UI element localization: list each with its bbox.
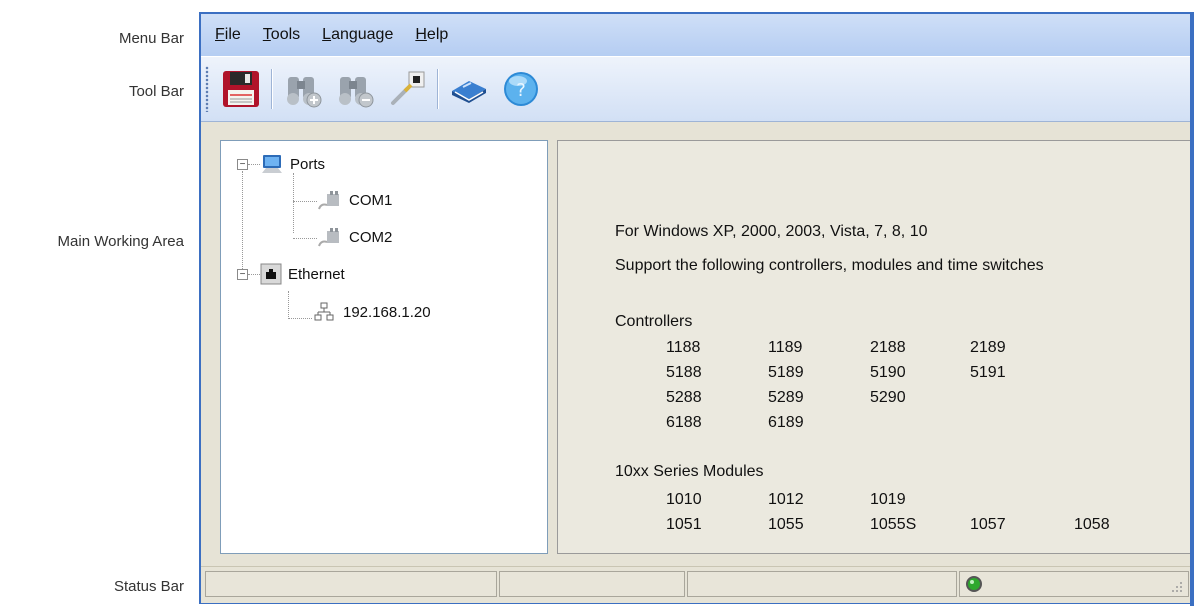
window-border: [1190, 14, 1194, 606]
help-icon: ?: [504, 72, 538, 106]
tree-label: 192.168.1.20: [343, 303, 431, 321]
toolbar-separator: [271, 69, 273, 109]
menu-file[interactable]: File: [215, 26, 241, 44]
book-icon: [452, 81, 486, 103]
binoculars-add-icon: [287, 77, 322, 108]
computer-icon: [262, 155, 282, 173]
status-field: [499, 571, 685, 597]
model-number: 1055S: [870, 516, 917, 533]
application-window: File Tools Language Help ? − Ports COM1 …: [199, 12, 1194, 606]
model-number: 6188: [666, 414, 702, 431]
model-number: 2188: [870, 339, 906, 356]
ethernet-port-icon: [260, 263, 282, 285]
tree-node-ethernet[interactable]: − Ethernet: [237, 263, 345, 285]
manual-button[interactable]: [447, 67, 491, 111]
model-number: 5190: [870, 364, 906, 381]
model-number: 5191: [970, 364, 1006, 381]
menu-tools[interactable]: Tools: [263, 26, 300, 44]
menu-bar-annotation: Menu Bar: [118, 30, 184, 47]
info-panel: For Windows XP, 2000, 2003, Vista, 7, 8,…: [557, 140, 1194, 554]
connection-status-icon: [966, 576, 982, 592]
status-field: [687, 571, 957, 597]
save-icon: [223, 71, 259, 107]
connect-button[interactable]: [385, 67, 429, 111]
main-working-area-annotation: Main Working Area: [57, 233, 184, 250]
menu-help[interactable]: Help: [415, 26, 448, 44]
model-number: 1057: [970, 516, 1006, 533]
model-number: 1010: [666, 491, 702, 508]
status-field: [205, 571, 497, 597]
connect-plug-icon: [391, 71, 425, 105]
network-icon: [314, 302, 334, 321]
save-button[interactable]: [219, 67, 263, 111]
model-number: 1188: [666, 339, 701, 356]
model-number: 1019: [870, 491, 906, 508]
toolbar-grip[interactable]: [205, 66, 209, 112]
collapse-icon[interactable]: −: [237, 158, 248, 170]
model-number: 2189: [970, 339, 1006, 356]
tree-label: COM1: [349, 191, 393, 209]
menu-bar: File Tools Language Help: [201, 14, 1194, 56]
model-number: 5188: [666, 364, 702, 381]
resize-grip-icon[interactable]: [1170, 580, 1184, 594]
model-number: 1189: [768, 339, 803, 356]
status-indicator-field: [959, 571, 1189, 597]
serial-port-icon: [318, 228, 339, 247]
model-number: 1055: [768, 516, 804, 533]
status-bar: [201, 566, 1194, 603]
tree-node-com1[interactable]: COM1: [317, 189, 392, 211]
model-number: 1058: [1074, 516, 1110, 533]
os-support-text: For Windows XP, 2000, 2003, Vista, 7, 8,…: [615, 223, 928, 240]
tool-bar-annotation: Tool Bar: [128, 83, 184, 100]
collapse-icon[interactable]: −: [237, 268, 248, 280]
help-button[interactable]: ?: [499, 67, 543, 111]
tree-label: COM2: [349, 228, 393, 246]
tree-node-ip-address[interactable]: 192.168.1.20: [313, 301, 431, 323]
tree-label: Ethernet: [288, 265, 345, 283]
ports-tree[interactable]: − Ports COM1 COM2 − Ethernet 192.168.1.2…: [220, 140, 548, 554]
controllers-heading: Controllers: [615, 313, 693, 330]
modules-heading: 10xx Series Modules: [615, 463, 764, 480]
tree-node-ports[interactable]: − Ports: [237, 153, 325, 175]
tree-node-com2[interactable]: COM2: [317, 226, 392, 248]
tree-label: Ports: [290, 155, 326, 173]
model-number: 5288: [666, 389, 702, 406]
binoculars-remove-icon: [339, 77, 374, 108]
toolbar-separator: [437, 69, 439, 109]
menu-language[interactable]: Language: [322, 26, 393, 44]
model-number: 5289: [768, 389, 804, 406]
svg-text:?: ?: [516, 80, 526, 101]
tool-bar: ?: [201, 56, 1194, 122]
model-number: 5290: [870, 389, 906, 406]
model-number: 1012: [768, 491, 804, 508]
model-number: 6189: [768, 414, 804, 431]
search-add-button[interactable]: [281, 67, 325, 111]
search-remove-button[interactable]: [333, 67, 377, 111]
device-support-text: Support the following controllers, modul…: [615, 257, 1044, 274]
model-number: 5189: [768, 364, 804, 381]
serial-port-icon: [318, 191, 339, 210]
model-number: 1051: [666, 516, 702, 533]
status-bar-annotation: Status Bar: [113, 578, 184, 595]
